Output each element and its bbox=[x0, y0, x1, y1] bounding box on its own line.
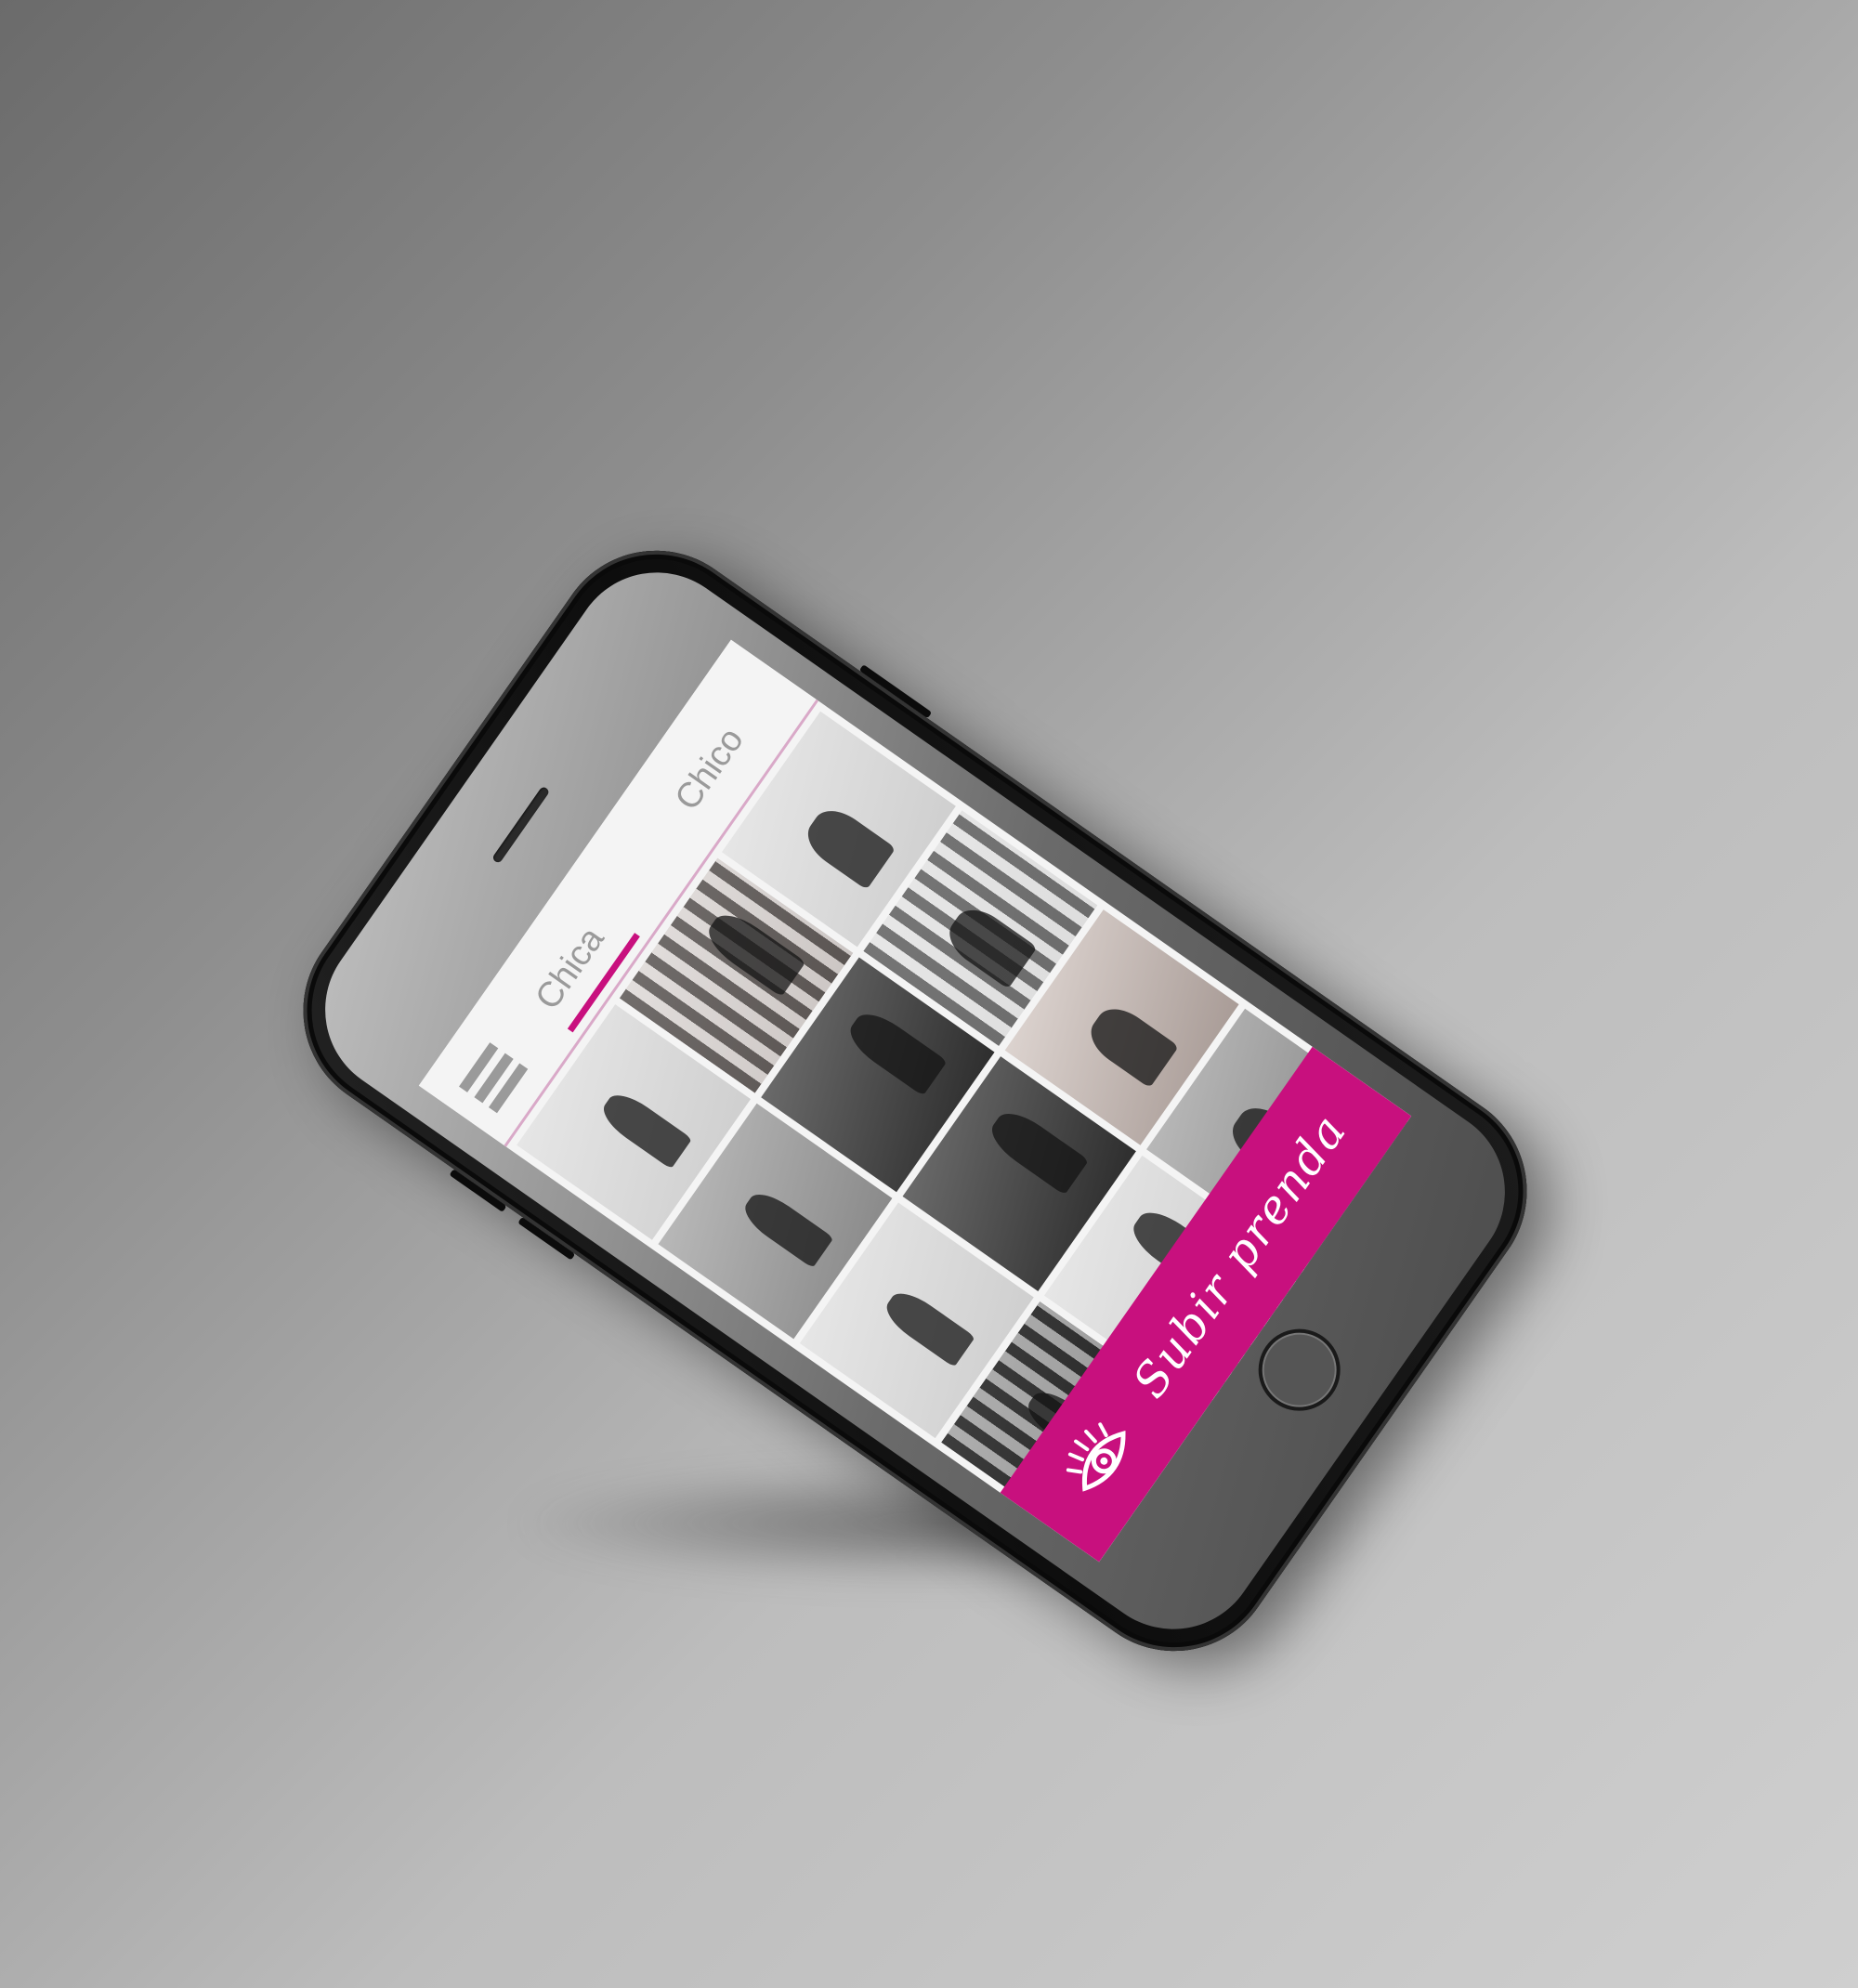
hamburger-menu-icon[interactable] bbox=[459, 1042, 529, 1114]
eye-icon bbox=[1066, 1422, 1126, 1492]
photo-figure bbox=[983, 1103, 1090, 1196]
photo-figure bbox=[879, 1284, 976, 1368]
photo-figure bbox=[596, 1086, 693, 1170]
photo-figure bbox=[842, 1003, 949, 1096]
photo-figure bbox=[1081, 999, 1180, 1089]
photo-figure bbox=[798, 800, 896, 891]
photo-figure bbox=[738, 1185, 835, 1269]
